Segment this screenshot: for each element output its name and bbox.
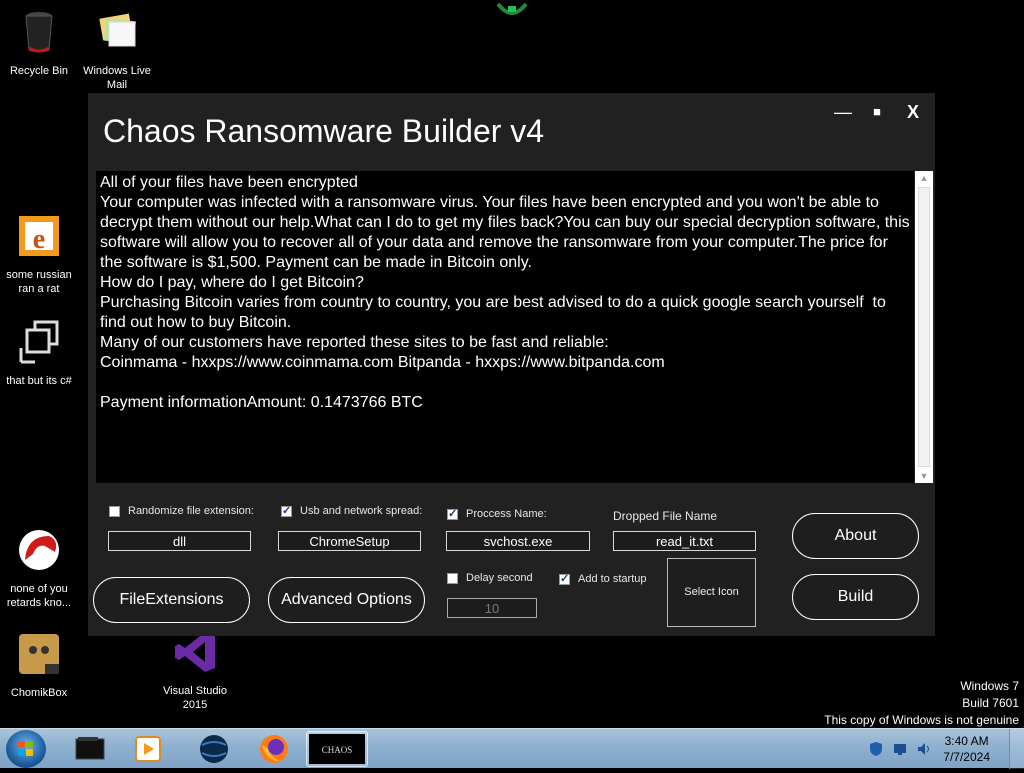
build-button[interactable]: Build [792,574,919,620]
clock-time: 3:40 AM [944,734,989,748]
desktop-icon-some-russian-rat[interactable]: e some russian ran a rat [0,212,78,296]
checkbox-checked [281,504,292,517]
system-clock[interactable]: 3:40 AM 7/7/2024 [943,733,990,765]
show-desktop-button[interactable] [1009,729,1024,769]
delay-second-input[interactable]: 10 [447,598,537,618]
desktop-icon-chomikbox[interactable]: ChomikBox [0,630,78,700]
dropped-file-input[interactable]: read_it.txt [613,531,756,551]
taskbar-firefox[interactable] [246,731,302,767]
window-title: Chaos Ransomware Builder v4 [103,113,545,149]
about-button[interactable]: About [792,513,919,559]
taskbar-explorer[interactable] [62,731,118,767]
maximize-button[interactable]: ■ [866,101,888,123]
checkbox-checked [559,572,570,585]
select-icon-button[interactable]: Select Icon [667,558,756,627]
taskbar-browser[interactable] [186,731,242,767]
ransom-note-text: All of your files have been encrypted Yo… [100,174,910,411]
delay-second-checkbox[interactable]: Delay second [447,572,533,584]
explorer-icon [75,737,105,760]
checkbox-checked [447,507,458,520]
spread-name-input[interactable]: ChromeSetup [278,531,421,551]
scroll-down-icon[interactable]: ▼ [915,469,933,483]
svg-text:CHAOS: CHAOS [322,745,353,755]
media-player-icon [135,736,161,762]
watermark-line1: Windows 7 [960,679,1019,693]
process-name-input[interactable]: svchost.exe [446,531,590,551]
network-icon[interactable] [892,741,908,757]
desktop-icon-windows-live-mail[interactable]: Windows Live Mail [78,8,156,92]
chaos-app-icon: CHAOS [309,734,365,764]
watermark-line2: Build 7601 [962,696,1019,710]
clock-date: 7/7/2024 [943,750,990,764]
java-archive-icon: e [19,216,59,256]
red-swirl-icon [19,530,59,570]
recycle-bin-icon [25,12,53,53]
globe-icon [200,735,228,763]
chomikbox-icon [19,634,59,674]
desktop-icon-that-but-its-csharp[interactable]: that but its c# [0,318,78,388]
desktop-icon-none-of-you[interactable]: none of you retards kno... [0,526,78,610]
windows-live-mail-icon [99,13,136,47]
svg-text:e: e [33,224,45,255]
taskbar: CHAOS 3:40 AM 7/7/2024 [0,728,1024,769]
scroll-thumb[interactable] [918,187,930,467]
top-edge-glow [496,2,528,15]
desktop-icon-visual-studio-2015[interactable]: Visual Studio 2015 [156,628,234,712]
usb-network-spread-checkbox[interactable]: Usb and network spread: [281,504,422,517]
close-button[interactable]: X [902,101,924,123]
checkbox-unchecked [447,572,458,584]
randomize-extension-checkbox[interactable]: Randomize file extension: [109,505,254,517]
note-scrollbar[interactable]: ▲ ▼ [915,171,933,483]
firefox-icon [260,735,288,763]
taskbar-media-player[interactable] [120,731,176,767]
dropped-file-label: Dropped File Name [613,509,718,523]
start-button[interactable] [6,730,46,768]
process-name-checkbox[interactable]: Proccess Name: [447,507,547,520]
volume-icon[interactable] [916,741,932,757]
advanced-options-button[interactable]: Advanced Options [268,577,425,623]
minimize-button[interactable]: — [832,101,854,123]
scroll-up-icon[interactable]: ▲ [915,171,933,185]
chaos-builder-window: — ■ X Chaos Ransomware Builder v4 All of… [88,93,935,636]
tray-shield-icon[interactable] [868,741,884,757]
shortcut-icon [19,320,59,364]
file-extensions-button[interactable]: FileExtensions [93,577,250,623]
file-extension-input[interactable]: dll [108,531,251,551]
taskbar-chaos-builder[interactable]: CHAOS [306,731,368,767]
windows-logo-icon [18,741,33,756]
ransom-note-textarea[interactable]: All of your files have been encrypted Yo… [96,171,914,483]
desktop-icon-recycle-bin[interactable]: Recycle Bin [0,8,78,78]
watermark-line3: This copy of Windows is not genuine [824,713,1019,727]
add-to-startup-checkbox[interactable]: Add to startup [559,572,647,585]
checkbox-unchecked [109,505,120,517]
